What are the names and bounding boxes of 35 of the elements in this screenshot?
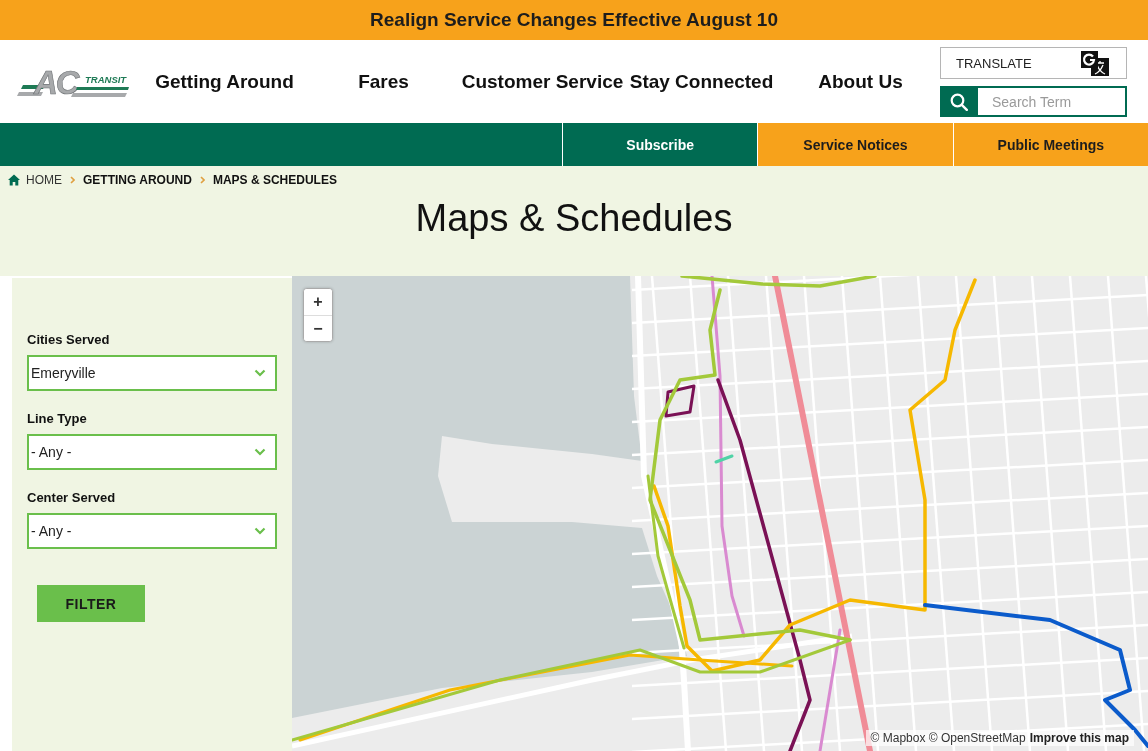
announcement-text: Realign Service Changes Effective August 10 <box>370 9 778 31</box>
field-label: Cities Served <box>27 332 111 348</box>
chevron-right-icon <box>199 176 205 184</box>
select-field[interactable]: - Any - <box>27 434 277 470</box>
nav-link[interactable]: Customer Service <box>461 70 624 93</box>
nav-link[interactable]: About Us <box>818 70 903 93</box>
quick-link[interactable]: Service Notices <box>757 123 953 166</box>
field-label: Line Type <box>27 411 88 427</box>
search-button[interactable] <box>940 86 978 117</box>
quick-link[interactable]: Public Meetings <box>952 123 1148 166</box>
improve-map-link[interactable]: Improve this map <box>1029 731 1129 745</box>
page-title: Maps & Schedules <box>414 196 734 240</box>
chevron-down-icon <box>254 448 266 456</box>
zoom-out-button[interactable]: − <box>304 315 332 341</box>
breadcrumb-link[interactable]: MAPS & SCHEDULES <box>212 173 337 187</box>
nav-link[interactable]: Stay Connected <box>629 70 774 93</box>
search-field[interactable]: Search Term <box>978 86 1127 117</box>
chevron-down-icon <box>254 369 266 377</box>
breadcrumb-link[interactable]: HOME <box>26 173 62 187</box>
select-field[interactable]: - Any - <box>27 513 277 549</box>
select-field[interactable]: Emeryville <box>27 355 277 391</box>
search-icon <box>950 92 968 111</box>
nav-link[interactable]: Fares <box>358 70 409 93</box>
filter-button[interactable]: FILTER <box>37 585 145 622</box>
zoom-in-button[interactable]: + <box>304 289 332 315</box>
logo[interactable]: AC TRANSIT <box>17 65 129 98</box>
chevron-down-icon <box>254 527 266 535</box>
translate-button[interactable]: TRANSLATE <box>940 47 1127 79</box>
field-label: Center Served <box>27 490 117 506</box>
breadcrumb-link[interactable]: GETTING AROUND <box>83 173 192 187</box>
home-icon <box>8 174 20 186</box>
attribution-text: © Mapbox © OpenStreetMap <box>870 731 1026 745</box>
translate-icon <box>1080 50 1110 76</box>
nav-link[interactable]: Getting Around <box>155 70 294 93</box>
chevron-right-icon <box>70 176 75 184</box>
